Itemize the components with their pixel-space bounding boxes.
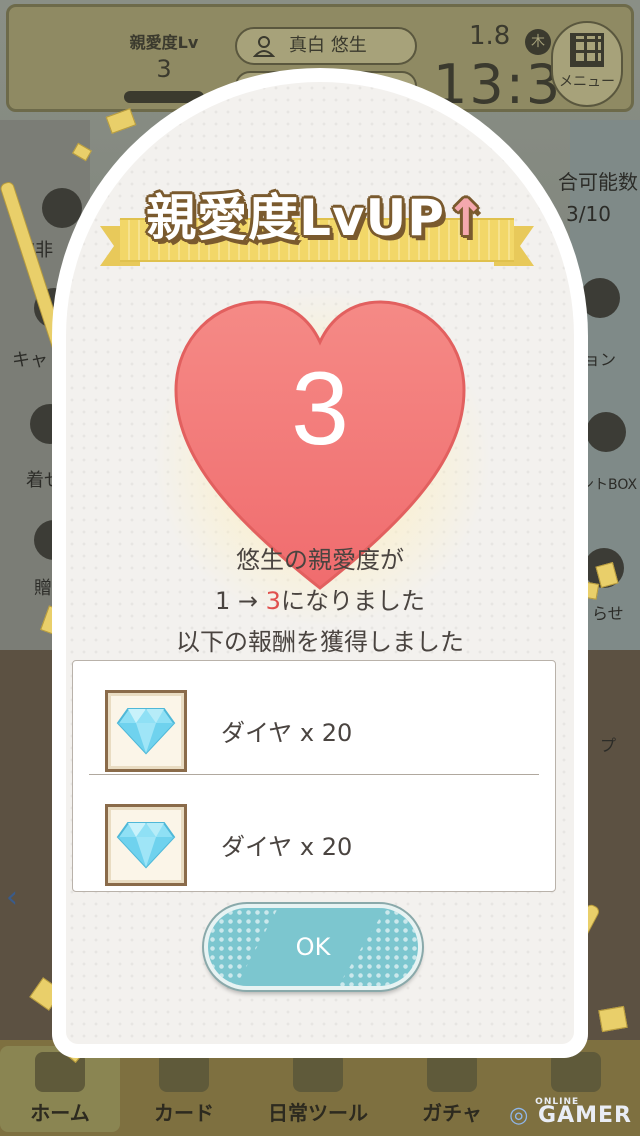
watermark-main: GAMER — [538, 1103, 632, 1128]
nav-card[interactable]: カード — [124, 1046, 244, 1132]
reward-list[interactable]: ダイヤ x 20 ダイヤ x 20 — [72, 660, 556, 892]
side-item-right-5[interactable]: らせ — [592, 600, 624, 624]
title-banner: 親愛度LvUP↑ — [100, 178, 534, 268]
side-item-right-2: 3/10 — [566, 202, 611, 226]
message-line-2: 1 → 3になりました — [52, 581, 588, 622]
day-of-week-badge: 木 — [525, 29, 551, 55]
side-item-right-1: 合可能数 — [558, 170, 638, 194]
dialog-title-text: 親愛度LvUP — [146, 189, 445, 247]
grid-menu-icon — [570, 33, 604, 67]
side-item-right-4[interactable]: ントBOX — [580, 474, 637, 494]
message-line-2-suffix: になりました — [280, 587, 425, 615]
nav-daily-tools-label: 日常ツール — [268, 1101, 368, 1125]
person-icon — [253, 36, 275, 57]
book-icon — [551, 1052, 601, 1092]
reward-item-frame — [105, 690, 187, 772]
gamer-logo-icon: ◎ — [509, 1103, 530, 1128]
level-up-message: 悠生の親愛度が 1 → 3になりました 以下の報酬を獲得しました — [52, 540, 588, 663]
dialog-title: 親愛度LvUP↑ — [100, 178, 534, 250]
nav-gacha-label: ガチャ — [422, 1101, 482, 1125]
affection-level-box: 親愛度Lv 3 — [119, 29, 209, 103]
side-item-left-4[interactable]: 贈 — [34, 574, 52, 600]
message-to-level: 3 — [265, 587, 281, 615]
side-item-left-2[interactable]: キャ — [12, 346, 48, 372]
nav-home[interactable]: ホーム — [0, 1046, 120, 1132]
tools-icon — [293, 1052, 343, 1092]
menu-label: メニュー — [559, 74, 615, 90]
side-item-right-6[interactable]: プ — [600, 732, 616, 756]
reward-label: ダイヤ x 20 — [221, 833, 353, 861]
level-up-dialog: 親愛度LvUP↑ 3 悠生の親愛度が 1 → 3になりました 以下の報酬を獲得し… — [52, 68, 588, 1058]
message-line-3: 以下の報酬を獲得しました — [176, 628, 464, 656]
card-flower-icon — [159, 1052, 209, 1092]
menu-button[interactable]: メニュー — [551, 21, 623, 107]
diamond-icon — [116, 822, 176, 869]
nav-card-label: カード — [154, 1101, 214, 1125]
button-dot-pattern — [338, 908, 418, 986]
affection-level-label: 親愛度Lv — [129, 33, 199, 52]
nav-gacha[interactable]: ガチャ — [392, 1046, 512, 1132]
reward-item: ダイヤ x 20 — [89, 661, 539, 775]
nav-daily-tools[interactable]: 日常ツール — [248, 1046, 388, 1132]
character-name: 真白 悠生 — [289, 35, 367, 56]
ok-button[interactable]: OK — [204, 904, 422, 990]
character-name-pill[interactable]: 真白 悠生 — [235, 27, 417, 65]
side-item-right-3[interactable]: ョン — [584, 346, 616, 370]
ok-button-label: OK — [295, 933, 331, 961]
button-dot-pattern — [208, 908, 278, 986]
reward-label: ダイヤ x 20 — [221, 719, 353, 747]
reward-item-frame — [105, 804, 187, 886]
new-affection-level: 3 — [291, 351, 349, 467]
scroll-left-arrow-icon[interactable]: ‹ — [6, 880, 18, 915]
diamond-icon — [116, 708, 176, 755]
affection-level-value: 3 — [156, 55, 172, 83]
message-line-1: 悠生の親愛度が — [236, 546, 404, 574]
reward-item: ダイヤ x 20 — [89, 775, 539, 889]
message-from-level: 1 → — [215, 587, 266, 615]
site-watermark: ONLINE ◎ GAMER — [509, 1097, 632, 1128]
present-box-icon[interactable] — [586, 412, 626, 452]
confetti-piece — [598, 1005, 628, 1033]
date: 1.8 — [469, 21, 511, 51]
gacha-icon — [427, 1052, 477, 1092]
nav-home-label: ホーム — [30, 1101, 90, 1125]
up-arrow-icon: ↑ — [444, 189, 488, 247]
